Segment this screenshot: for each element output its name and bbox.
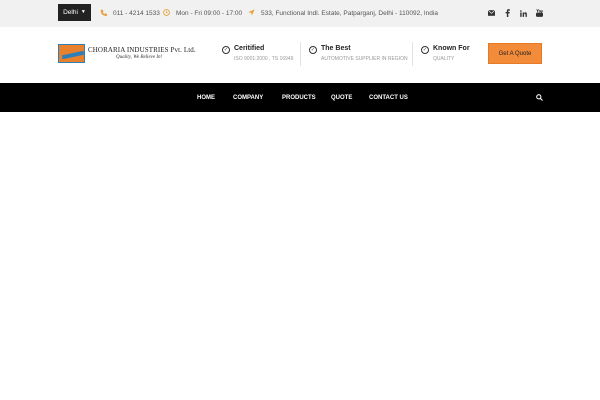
check-circle-icon: ✓ xyxy=(222,46,230,54)
company-name: CHORARIA INDUSTRIES Pvt. Ltd. xyxy=(88,46,196,54)
phone-info[interactable]: 011 - 4214 1533 xyxy=(100,8,160,18)
top-bar: Delhi ▼ 011 - 4214 1533 Mon - Fri 09:00 … xyxy=(0,0,600,27)
divider xyxy=(300,42,301,66)
get-a-quote-button[interactable]: Get A Quote xyxy=(488,43,542,64)
feature-subtitle: ISO 9001:2000 , TS 16949 xyxy=(234,56,294,62)
location-arrow-icon xyxy=(248,8,255,18)
nav-item-home[interactable]: HOME xyxy=(197,83,215,112)
envelope-icon[interactable] xyxy=(486,8,496,18)
nav-item-company[interactable]: COMPANY xyxy=(233,83,263,112)
feature-title: Known For xyxy=(433,45,470,52)
phone-number: 011 - 4214 1533 xyxy=(113,9,160,17)
feature-subtitle: QUALITY xyxy=(433,56,455,62)
address-text: 533, Functional Indl. Estate, Patparganj… xyxy=(261,9,438,17)
nav-item-products[interactable]: PRODUCTS xyxy=(282,83,316,112)
company-logo[interactable]: CHORARIA INDUSTRIES Pvt. Ltd. Quality, W… xyxy=(58,44,196,66)
business-hours: Mon - Fri 09:00 - 17:00 xyxy=(176,9,243,17)
check-circle-icon: ✓ xyxy=(421,46,429,54)
address-info: 533, Functional Indl. Estate, Patparganj… xyxy=(248,8,438,18)
logo-emblem xyxy=(58,44,85,63)
hours-info: Mon - Fri 09:00 - 17:00 xyxy=(163,8,242,18)
main-content xyxy=(0,112,600,400)
nav-item-quote[interactable]: QUOTE xyxy=(331,83,352,112)
youtube-icon[interactable] xyxy=(534,8,544,18)
city-label: Delhi xyxy=(63,9,78,16)
phone-icon xyxy=(100,9,107,18)
feature-subtitle: AUTOMOTIVE SUPPLIER IN REGION xyxy=(321,56,408,62)
linkedin-icon[interactable] xyxy=(518,8,528,18)
city-selector[interactable]: Delhi ▼ xyxy=(58,4,91,21)
feature-title: The Best xyxy=(321,45,351,52)
clock-icon xyxy=(163,8,170,18)
nav-item-contact-us[interactable]: CONTACT US xyxy=(369,83,408,112)
check-circle-icon: ✓ xyxy=(309,46,317,54)
facebook-icon[interactable] xyxy=(502,8,512,18)
company-tagline: Quality, We Believe In! xyxy=(116,55,163,60)
main-nav: HOME COMPANY PRODUCTS QUOTE CONTACT US xyxy=(0,83,600,112)
feature-title: Ceritified xyxy=(234,45,265,52)
search-icon[interactable] xyxy=(533,83,545,112)
chevron-down-icon: ▼ xyxy=(80,9,86,15)
divider xyxy=(412,42,413,66)
